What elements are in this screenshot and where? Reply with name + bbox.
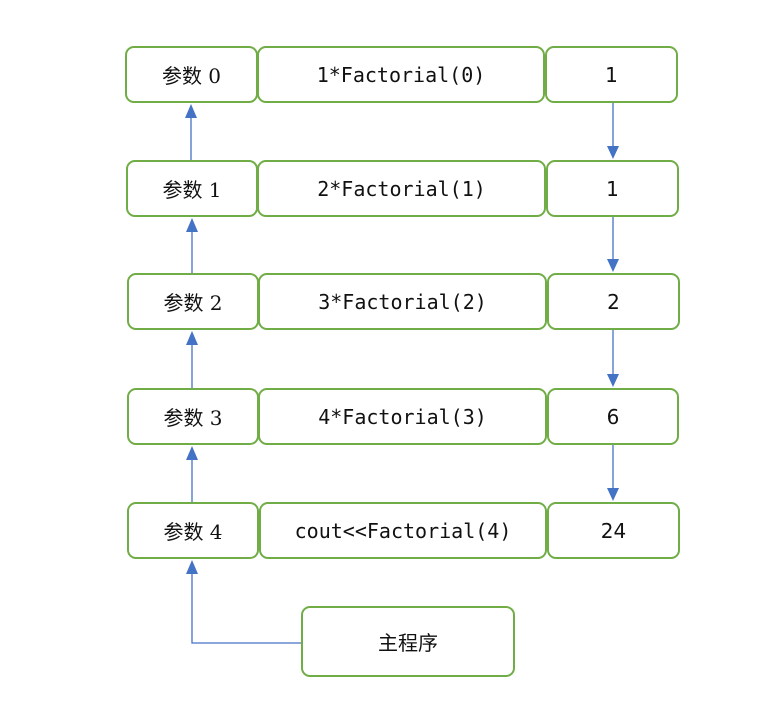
result-label: 6 bbox=[606, 404, 620, 429]
up-arrow-main-to-param4 bbox=[186, 560, 301, 644]
result-box-1: 1 bbox=[546, 160, 679, 217]
expr-label: 2*Factorial(1) bbox=[317, 176, 486, 201]
up-arrow-param1-to-param0 bbox=[185, 104, 197, 160]
expr-label: 4*Factorial(3) bbox=[318, 404, 487, 429]
param-label: 参数 1 bbox=[162, 178, 222, 202]
diagram-canvas: 参数 0 1*Factorial(0) 1 参数 1 2*Factorial(1… bbox=[0, 0, 777, 724]
result-label: 1 bbox=[605, 62, 618, 87]
expr-label: cout<<Factorial(4) bbox=[294, 518, 512, 543]
param-label: 参数 3 bbox=[163, 406, 223, 430]
expr-box-2: 3*Factorial(2) bbox=[258, 273, 547, 330]
param-box-3: 参数 3 bbox=[127, 388, 259, 445]
expr-box-4: cout<<Factorial(4) bbox=[259, 502, 547, 559]
result-label: 24 bbox=[600, 518, 627, 543]
down-arrow-result2-to-result3 bbox=[607, 329, 619, 387]
expr-box-1: 2*Factorial(1) bbox=[257, 160, 546, 217]
down-arrow-result0-to-result1 bbox=[607, 102, 619, 159]
result-label: 1 bbox=[606, 176, 619, 201]
up-arrow-param4-to-param3 bbox=[186, 446, 198, 502]
main-program-label: 主程序 bbox=[378, 631, 438, 655]
param-label: 参数 2 bbox=[163, 291, 223, 315]
result-box-0: 1 bbox=[545, 46, 678, 103]
down-arrow-result3-to-result4 bbox=[607, 444, 619, 501]
main-program-box: 主程序 bbox=[301, 606, 515, 677]
result-box-2: 2 bbox=[547, 273, 680, 330]
expr-box-0: 1*Factorial(0) bbox=[257, 46, 545, 103]
param-label: 参数 0 bbox=[161, 64, 222, 88]
result-box-3: 6 bbox=[547, 388, 679, 445]
expr-label: 3*Factorial(2) bbox=[318, 289, 487, 314]
param-box-1: 参数 1 bbox=[126, 160, 258, 217]
param-box-2: 参数 2 bbox=[127, 273, 259, 330]
down-arrow-result1-to-result2 bbox=[607, 216, 619, 272]
up-arrow-param2-to-param1 bbox=[186, 218, 198, 273]
up-arrow-param3-to-param2 bbox=[186, 331, 198, 388]
param-label: 参数 4 bbox=[163, 520, 223, 544]
result-label: 2 bbox=[607, 289, 620, 314]
result-box-4: 24 bbox=[547, 502, 680, 559]
expr-label: 1*Factorial(0) bbox=[316, 62, 486, 87]
param-box-4: 参数 4 bbox=[127, 502, 259, 559]
param-box-0: 参数 0 bbox=[125, 46, 258, 103]
expr-box-3: 4*Factorial(3) bbox=[258, 388, 547, 445]
